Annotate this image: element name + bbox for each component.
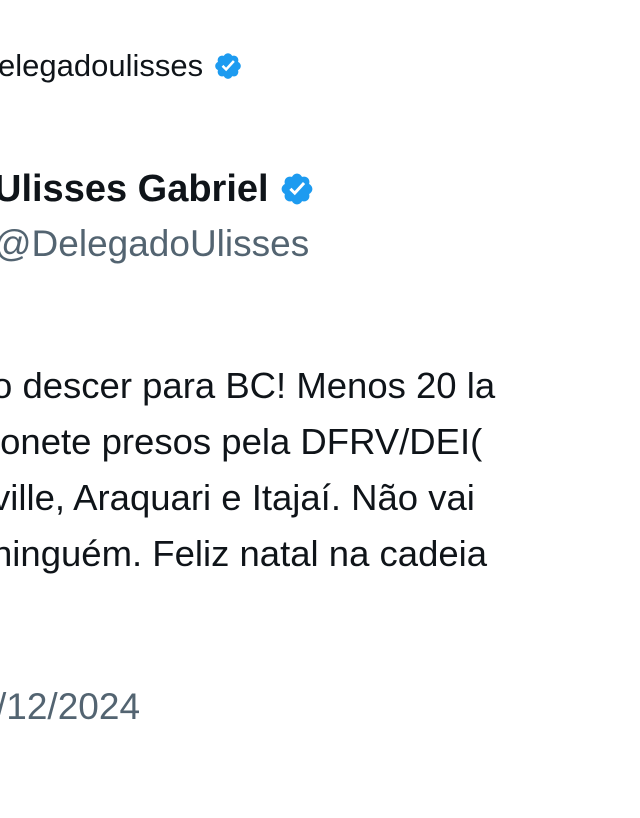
repost-handle[interactable]: elegadoulisses: [0, 44, 203, 88]
author-handle[interactable]: @DelegadoUlisses: [0, 219, 309, 269]
tweet-line: o descer para BC! Menos 20 la: [0, 365, 496, 406]
repost-header: elegadoulisses: [0, 44, 243, 88]
tweet-text: o descer para BC! Menos 20 la ionete pre…: [0, 358, 640, 582]
verified-badge-icon: [279, 171, 315, 207]
author-name[interactable]: Ulisses Gabriel: [0, 163, 269, 215]
author-name-row[interactable]: Ulisses Gabriel: [0, 163, 315, 215]
tweet-line: ville, Araquari e Itajaí. Não vai: [0, 477, 475, 518]
tweet-line: ninguém. Feliz natal na cadeia: [0, 533, 488, 574]
tweet-line: ionete presos pela DFRV/DEI(: [0, 421, 483, 462]
verified-badge-icon: [213, 51, 243, 81]
tweet-timestamp[interactable]: /12/2024: [0, 682, 140, 732]
